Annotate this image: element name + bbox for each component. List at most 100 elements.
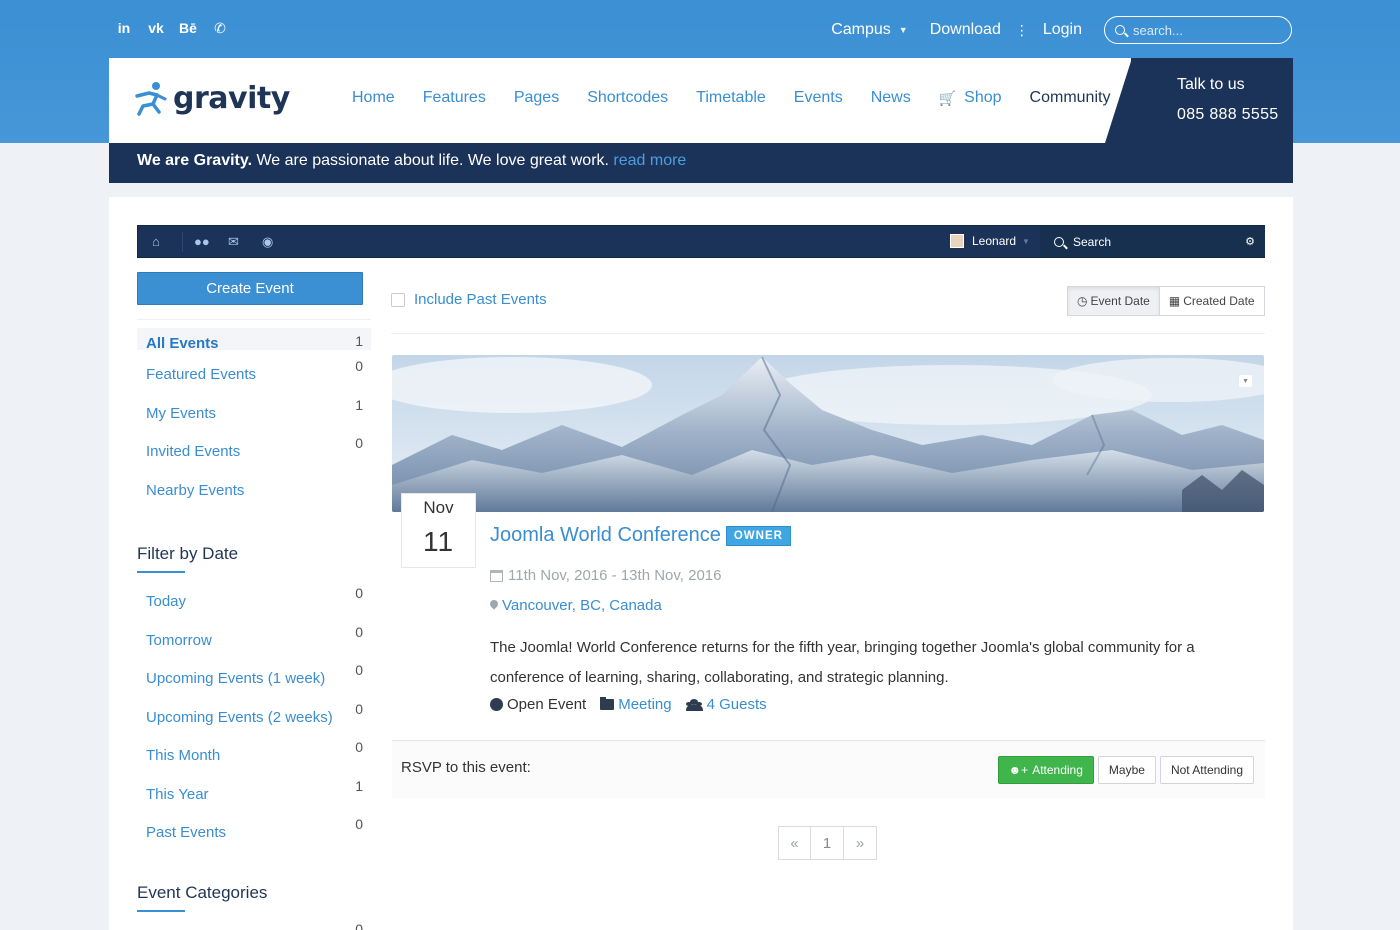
cover-options-button[interactable]: ▼ [1239,375,1252,387]
event-description: The Joomla! World Conference returns for… [490,639,1195,686]
sort-created-date-button[interactable]: ▦ Created Date [1159,286,1265,316]
event-title-link[interactable]: Joomla World Conference [490,524,721,547]
map-pin-icon [490,600,498,611]
sidebar-item-featured-events[interactable]: Featured Events 0 [137,358,371,405]
event-location[interactable]: Vancouver, BC, Canada [490,597,662,614]
event-type: Open Event [490,696,586,713]
attending-label: Attending [1032,763,1083,777]
top-search-input[interactable]: search... [1104,16,1292,44]
event-cover-image[interactable]: ▼ [392,355,1264,512]
include-past-label[interactable]: Include Past Events [414,291,547,308]
sidebar-item-all-events[interactable]: All Events 1 [137,328,371,366]
category-count: 0 [355,921,363,930]
nav-pages[interactable]: Pages [514,89,559,107]
home-icon[interactable]: ⌂ [152,234,160,249]
title-underline [137,571,185,573]
globe-icon[interactable]: ◉ [262,234,273,250]
groups-icon[interactable]: ●● [194,234,210,249]
logo-text: gravity [173,80,290,116]
attending-button[interactable]: ☻+ Attending [997,756,1094,784]
nav-shop[interactable]: 🛒 Shop [939,89,1002,107]
date-filter-list: Today 0 Tomorrow 0 Upcoming Events (1 we… [137,585,371,863]
campus-menu[interactable]: Campus ▼ [831,21,908,39]
sidebar-item-nearby-events[interactable]: Nearby Events [137,482,371,521]
rsvp-bar: RSVP to this event: ☻+ Attending Maybe No… [392,740,1265,798]
date-filter-count: 0 [355,585,363,601]
nav-timetable[interactable]: Timetable [696,89,766,107]
nav-news[interactable]: News [871,89,911,107]
sidebar-item-invited-events[interactable]: Invited Events 0 [137,435,371,482]
section-title-text: Filter by Date [137,544,239,563]
sort-event-date-button[interactable]: ◷ Event Date [1067,286,1160,316]
event-dates-text: 11th Nov, 2016 - 13th Nov, 2016 [508,567,722,584]
date-filter-1-week[interactable]: Upcoming Events (1 week) 0 [137,662,371,709]
whatsapp-icon[interactable]: ✆ [211,18,229,38]
event-month: Nov [423,498,454,517]
clock-icon: ◷ [1077,294,1088,308]
rsvp-buttons: ☻+ Attending Maybe Not Attending [997,756,1254,784]
nav-home[interactable]: Home [352,89,395,107]
event-meta: Open Event Meeting 4 Guests [490,696,781,713]
date-filter-count: 0 [355,739,363,755]
event-guests[interactable]: 4 Guests [685,696,767,713]
pager-page-1[interactable]: 1 [811,826,844,860]
user-menu[interactable]: Leonard ▼ [950,234,1030,248]
date-filter-count: 0 [355,662,363,678]
calendar-icon [490,569,503,582]
not-attending-button[interactable]: Not Attending [1159,756,1254,784]
toolbar-divider [182,232,183,252]
download-link[interactable]: Download [930,21,1001,39]
top-nav: Campus ▼ Download ⋮ Login search... [831,16,1292,44]
more-icon[interactable]: ⋮ [1015,22,1029,39]
nav-features[interactable]: Features [423,89,486,107]
runner-logo-icon [135,82,167,116]
site-header: gravity Home Features Pages Shortcodes T… [109,58,1293,143]
gear-icon[interactable]: ⚙ [1245,235,1255,248]
event-type-text: Open Event [507,696,587,713]
phone-number[interactable]: 085 888 5555 [1177,106,1278,124]
sort-created-date-label: Created Date [1183,294,1255,308]
nav-events[interactable]: Events [794,89,843,107]
event-category[interactable]: Meeting [600,696,672,713]
date-filter-label: Past Events [146,824,227,841]
maybe-button[interactable]: Maybe [1097,756,1156,784]
date-filter-label: Tomorrow [146,631,212,649]
date-filter-past-events[interactable]: Past Events 0 [137,816,371,863]
date-filter-today[interactable]: Today 0 [137,585,371,632]
date-filter-count: 0 [355,700,363,717]
main-panel: ⌂ ●● ✉ ◉ Leonard ▼ Search ⚙ Create Event… [109,197,1293,930]
community-toolbar: ⌂ ●● ✉ ◉ Leonard ▼ Search ⚙ [137,225,1265,258]
login-link[interactable]: Login [1043,21,1082,39]
vk-icon[interactable]: vk [147,18,165,38]
date-filter-this-year[interactable]: This Year 1 [137,778,371,825]
event-filter-list: All Events 1 Featured Events 0 My Events… [137,328,371,521]
nav-shortcodes[interactable]: Shortcodes [587,89,668,107]
talk-label: Talk to us [1177,76,1245,93]
sidebar-item-label: Nearby Events [146,481,245,499]
event-date-box: Nov 11 [401,493,476,568]
nav-community[interactable]: Community [1030,89,1111,107]
include-past-checkbox[interactable] [391,293,405,307]
users-icon [685,698,703,711]
pager-next-button[interactable]: » [844,826,877,860]
logo[interactable]: gravity [135,80,290,116]
date-filter-2-weeks[interactable]: Upcoming Events (2 weeks) 0 [137,701,371,748]
sidebar-item-label: My Events [146,404,217,422]
create-event-button[interactable]: Create Event [137,272,363,305]
pager-prev-button[interactable]: « [778,826,811,860]
title-underline [137,910,185,912]
campus-label: Campus [831,21,891,38]
date-filter-this-month[interactable]: This Month 0 [137,739,371,786]
read-more-link[interactable]: read more [613,152,686,169]
linkedin-icon[interactable]: in [115,18,133,38]
event-title: Joomla World Conference OWNER [490,524,791,547]
rsvp-label: RSVP to this event: [401,759,531,776]
sidebar-item-my-events[interactable]: My Events 1 [137,397,371,444]
folder-icon [600,697,615,710]
event-day: 11 [422,526,455,557]
date-filter-tomorrow[interactable]: Tomorrow 0 [137,624,371,671]
mail-icon[interactable]: ✉ [228,234,239,250]
main-nav: Home Features Pages Shortcodes Timetable… [352,89,1138,107]
behance-icon[interactable]: Bē [179,18,197,38]
toolbar-search[interactable]: Search ⚙ [1040,226,1265,257]
